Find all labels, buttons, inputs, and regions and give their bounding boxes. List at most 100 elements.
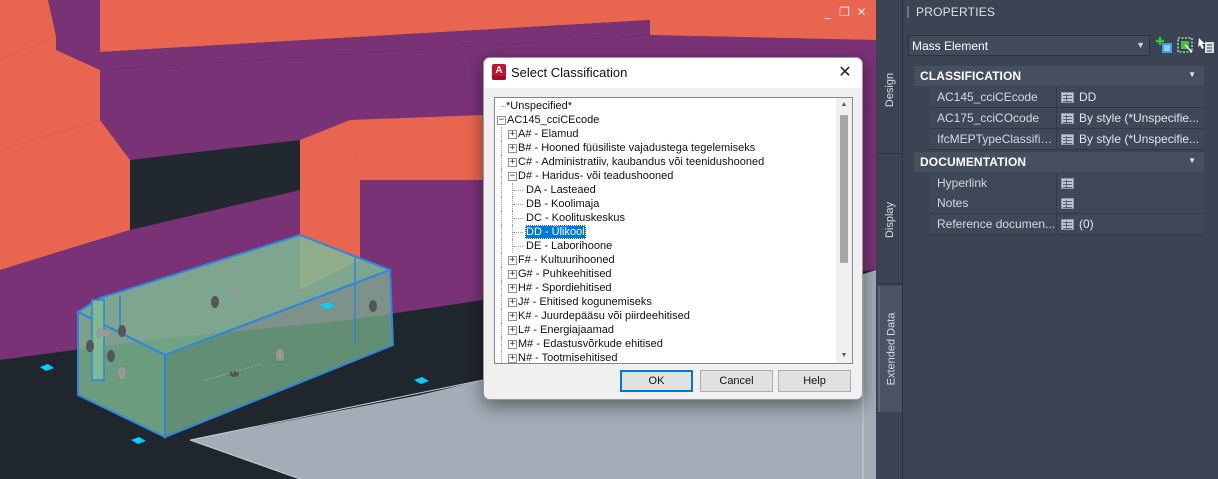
tree-item[interactable]: DC - Koolituskeskus <box>495 211 836 225</box>
tree-item[interactable]: + L# - Energiajaamad <box>495 323 836 337</box>
restore-icon[interactable]: ❐ <box>838 5 851 18</box>
tree-item[interactable]: + M# - Edastusvõrkude ehitised <box>495 337 836 351</box>
ok-button[interactable]: OK <box>620 370 693 392</box>
property-value[interactable] <box>1057 173 1204 193</box>
tree-item[interactable]: + F# - Kultuurihooned <box>495 253 836 267</box>
tree-item[interactable]: + J# - Ehitised kogunemiseks <box>495 295 836 309</box>
autocad-architecture-window: _ ❐ ✕ Design Display Extended Data PROPE… <box>0 0 1218 479</box>
property-value[interactable]: By style (*Unspecifie... <box>1057 129 1204 149</box>
property-row[interactable]: Notes <box>930 193 1204 214</box>
close-icon[interactable]: ✕ <box>855 5 868 18</box>
expand-icon[interactable]: + <box>508 298 517 307</box>
tree-connector <box>513 218 523 219</box>
table-icon[interactable] <box>1061 197 1074 209</box>
expand-icon[interactable]: + <box>508 144 517 153</box>
tree-item[interactable]: + K# - Juurdepääsu või piirdeehitised <box>495 309 836 323</box>
dialog-body: *Unspecified* − AC145_cciCEcode + A# - Elamu… <box>484 88 862 399</box>
expand-icon[interactable]: + <box>508 326 517 335</box>
tree-connector <box>501 183 502 197</box>
section-gutter <box>914 86 930 149</box>
table-icon[interactable] <box>1061 177 1074 189</box>
tree-item[interactable]: DD - Ülikool <box>495 225 836 239</box>
tree-item[interactable]: + B# - Hooned füüsiliste vajadustega tege… <box>495 141 836 155</box>
tree-item[interactable]: − AC145_cciCEcode <box>495 113 836 127</box>
tree-connector <box>501 295 502 309</box>
quick-select-icon[interactable] <box>1176 36 1194 54</box>
drag-grip-icon[interactable] <box>907 6 910 18</box>
collapse-icon[interactable]: ▼ <box>1188 70 1196 79</box>
collapse-icon[interactable]: − <box>497 116 506 125</box>
collapse-icon[interactable]: ▼ <box>1188 156 1196 165</box>
expand-icon[interactable]: + <box>508 312 517 321</box>
section-header: DOCUMENTATION <box>920 155 1027 169</box>
table-icon[interactable] <box>1061 133 1074 145</box>
tree-item-label: F# - Kultuurihooned <box>518 254 615 266</box>
table-icon[interactable] <box>1061 91 1074 103</box>
scroll-thumb[interactable] <box>840 115 848 263</box>
tree-connector <box>501 169 502 183</box>
collapse-icon[interactable]: − <box>508 172 517 181</box>
select-objects-icon[interactable] <box>1197 36 1215 54</box>
expand-icon[interactable]: + <box>508 158 517 167</box>
minimize-icon[interactable]: _ <box>821 5 834 18</box>
expand-icon[interactable]: + <box>508 270 517 279</box>
object-type-dropdown[interactable]: Mass Element ▼ <box>908 35 1150 56</box>
property-value[interactable] <box>1057 193 1204 213</box>
tree-connector <box>501 281 502 295</box>
classification-tree[interactable]: *Unspecified* − AC145_cciCEcode + A# - Elamu… <box>494 97 853 364</box>
tree-item-label: DC - Koolituskeskus <box>526 212 626 224</box>
tree-item-label: DA - Lasteaed <box>526 184 596 196</box>
tree-item[interactable]: DA - Lasteaed <box>495 183 836 197</box>
tree-item[interactable]: DE - Laborihoone <box>495 239 836 253</box>
palette-title-bar[interactable]: PROPERTIES <box>903 0 1218 24</box>
tree-item-label: K# - Juurdepääsu või piirdeehitised <box>518 310 690 322</box>
property-row[interactable]: Reference documen... (0) <box>930 214 1204 235</box>
help-button[interactable]: Help <box>778 370 851 392</box>
tree-item-label: D# - Haridus- või teadushooned <box>518 170 674 182</box>
tab-design[interactable]: Design <box>878 26 902 154</box>
grip-ellipse <box>229 371 239 377</box>
tree-item[interactable]: + N# - Tootmisehitised <box>495 351 836 363</box>
tree-item-label: G# - Puhkeehitised <box>518 268 612 280</box>
expand-icon[interactable]: + <box>508 130 517 139</box>
tree-item-label: H# - Spordiehitised <box>518 282 612 294</box>
tree-scrollbar[interactable]: ▲ ▼ <box>836 98 852 363</box>
tree-connector <box>501 309 502 323</box>
expand-icon[interactable]: + <box>508 354 517 363</box>
add-to-selection-icon[interactable] <box>1155 36 1173 54</box>
expand-icon[interactable]: + <box>508 256 517 265</box>
tab-extended-data[interactable]: Extended Data <box>878 286 902 412</box>
property-row[interactable]: AC145_cciCEcode DD <box>930 87 1204 108</box>
section-documentation[interactable]: DOCUMENTATION ▼ <box>914 152 1204 172</box>
tree-connector <box>501 225 502 239</box>
scroll-up-icon[interactable]: ▲ <box>836 98 852 112</box>
tree-item[interactable]: + A# - Elamud <box>495 127 836 141</box>
grip-ellipse <box>276 349 284 361</box>
dialog-title-bar[interactable]: A Select Classification ✕ <box>484 58 862 88</box>
tree-item[interactable]: *Unspecified* <box>495 99 836 113</box>
property-row[interactable]: AC175_cciCOcode By style (*Unspecifie... <box>930 108 1204 129</box>
autocad-logo-icon: A <box>492 64 506 80</box>
property-value[interactable]: (0) <box>1057 214 1204 234</box>
tree-item[interactable]: DB - Koolimaja <box>495 197 836 211</box>
palette-tab-strip: Design Display Extended Data <box>876 0 903 479</box>
tab-display[interactable]: Display <box>878 156 902 284</box>
expand-icon[interactable]: + <box>508 340 517 349</box>
expand-icon[interactable]: + <box>508 284 517 293</box>
tree-item[interactable]: + C# - Administratiiv, kaubandus või teen… <box>495 155 836 169</box>
tree-item[interactable]: + G# - Puhkeehitised <box>495 267 836 281</box>
grip-ellipse <box>118 367 126 379</box>
scroll-down-icon[interactable]: ▼ <box>836 349 852 363</box>
table-icon[interactable] <box>1061 218 1074 230</box>
tree-item-label: M# - Edastusvõrkude ehitised <box>518 338 663 350</box>
property-row[interactable]: Hyperlink <box>930 173 1204 194</box>
property-value[interactable]: By style (*Unspecifie... <box>1057 108 1204 128</box>
tree-item[interactable]: − D# - Haridus- või teadushooned <box>495 169 836 183</box>
section-classification[interactable]: CLASSIFICATION ▼ <box>914 66 1204 86</box>
property-value[interactable]: DD <box>1057 87 1204 107</box>
close-icon[interactable]: ✕ <box>834 62 856 82</box>
cancel-button[interactable]: Cancel <box>700 370 773 392</box>
table-icon[interactable] <box>1061 112 1074 124</box>
tree-item[interactable]: + H# - Spordiehitised <box>495 281 836 295</box>
property-row[interactable]: IfcMEPTypeClassific... By style (*Unspec… <box>930 129 1204 150</box>
